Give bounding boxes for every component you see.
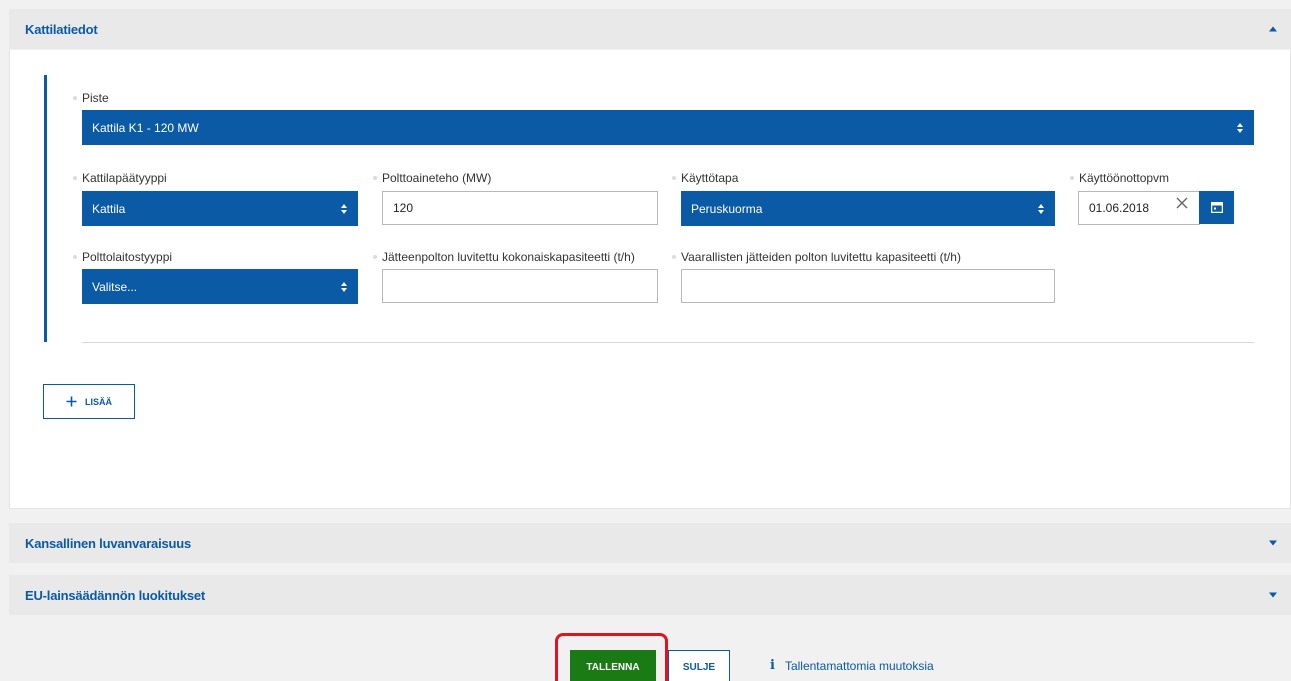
- polttolaitostyyppi-select[interactable]: Valitse...: [82, 269, 358, 304]
- piste-value: Kattila K1 - 120 MW: [92, 120, 199, 135]
- section-title: EU-lainsäädännön luokitukset: [25, 587, 206, 603]
- info-icon: i: [770, 658, 775, 673]
- select-arrows-icon: [1038, 203, 1044, 214]
- calendar-button[interactable]: [1199, 191, 1234, 224]
- expand-icon: [1269, 592, 1277, 598]
- select-arrows-icon: [1237, 122, 1243, 133]
- unsaved-changes-notice: i Tallentamattomia muutoksia: [770, 658, 934, 673]
- piste-label: Piste: [73, 91, 109, 105]
- divider: [82, 342, 1254, 343]
- kattilapaatyyppi-value: Kattila: [92, 201, 126, 216]
- group-indicator: [44, 75, 47, 342]
- section-header-kattilatiedot[interactable]: Kattilatiedot: [9, 9, 1291, 49]
- clear-icon[interactable]: [1175, 196, 1189, 210]
- select-arrows-icon: [341, 203, 347, 214]
- polttoaineteho-label: Polttoaineteho (MW): [372, 171, 492, 185]
- kattilapaatyyppi-label: Kattilapäätyyppi: [73, 171, 167, 185]
- vaarallisten-input[interactable]: [681, 269, 1055, 303]
- add-button-label: LISÄÄ: [85, 396, 112, 407]
- close-button-label: SULJE: [682, 661, 716, 673]
- kayttotapa-label: Käyttötapa: [671, 171, 739, 185]
- section-header-kansallinen[interactable]: Kansallinen luvanvaraisuus: [9, 523, 1291, 563]
- section-title: Kattilatiedot: [25, 21, 98, 37]
- kayttoonottopvm-label: Käyttöönottopvm: [1069, 171, 1170, 185]
- polttolaitostyyppi-label: Polttolaitostyyppi: [72, 250, 173, 264]
- select-arrows-icon: [341, 281, 347, 292]
- section-title: Kansallinen luvanvaraisuus: [25, 535, 192, 551]
- close-button[interactable]: SULJE: [668, 650, 730, 681]
- polttoaineteho-input[interactable]: 120: [382, 191, 658, 225]
- collapse-icon: [1269, 26, 1277, 32]
- vaarallisten-label: Vaarallisten jätteiden polton luvitettu …: [672, 250, 961, 264]
- plus-icon: [66, 396, 77, 407]
- expand-icon: [1269, 540, 1277, 546]
- polttoaineteho-value: 120: [393, 201, 414, 215]
- piste-select[interactable]: Kattila K1 - 120 MW: [82, 110, 1254, 145]
- section-header-eu[interactable]: EU-lainsäädännön luokitukset: [9, 575, 1291, 615]
- kayttotapa-select[interactable]: Peruskuorma: [681, 191, 1055, 226]
- kattilapaatyyppi-select[interactable]: Kattila: [82, 191, 358, 226]
- highlight-box: [555, 633, 668, 681]
- add-button[interactable]: LISÄÄ: [43, 384, 135, 419]
- unsaved-changes-text: Tallentamattomia muutoksia: [784, 658, 934, 673]
- jatteenpolton-label: Jätteenpolton luvitettu kokonaiskapasite…: [373, 250, 635, 264]
- jatteenpolton-input[interactable]: [382, 269, 658, 303]
- polttolaitostyyppi-value: Valitse...: [92, 279, 138, 294]
- calendar-icon: [1210, 202, 1223, 213]
- kayttotapa-value: Peruskuorma: [691, 201, 763, 216]
- kayttoonottopvm-value: 01.06.2018: [1089, 201, 1150, 215]
